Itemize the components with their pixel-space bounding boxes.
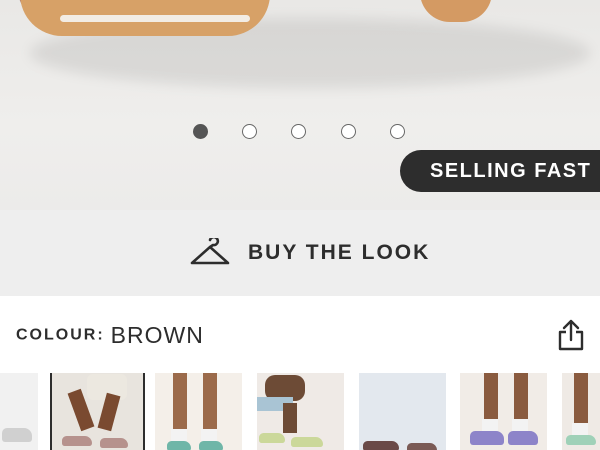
thumb-shoe [566,435,596,445]
thumb-shoe [100,438,128,448]
thumb-sock [201,429,217,441]
carousel-dot-2[interactable] [242,124,257,139]
carousel-dot-5[interactable] [390,124,405,139]
thumb-shoe [199,441,223,450]
thumb-leg [283,403,297,433]
thumb-shoe [291,437,323,447]
carousel-dot-4[interactable] [341,124,356,139]
buy-the-look-label: BUY THE LOOK [248,241,431,264]
thumbnail-1[interactable] [0,373,38,450]
shoe-sole-second [420,0,492,22]
thumb-shoe [259,433,285,443]
thumb-leg [574,373,588,425]
carousel-dot-3[interactable] [291,124,306,139]
thumb-shoe [470,431,504,445]
thumbnail-6[interactable] [460,373,547,450]
colour-thumbnails [0,373,600,450]
share-icon[interactable] [556,318,586,352]
thumbnail-5[interactable] [359,373,446,450]
buy-the-look-button[interactable]: BUY THE LOOK [0,210,600,296]
thumb-sock [171,429,187,441]
colour-label: COLOUR: [16,326,105,344]
thumb-shoe [2,428,32,442]
thumb-leg [484,373,498,421]
thumbnail-2[interactable] [50,373,145,450]
thumbnail-7[interactable] [562,373,600,450]
thumb-leg [514,373,528,421]
thumb-shoe [62,436,92,446]
thumbnail-4[interactable] [257,373,344,450]
thumb-sock [482,419,498,431]
thumb-sock [572,423,588,435]
thumb-shoe [508,431,538,445]
thumb-leg [203,373,217,431]
selling-fast-badge: SELLING FAST [400,150,600,192]
carousel-dot-1[interactable] [193,124,208,139]
product-image[interactable]: SELLING FAST [0,0,600,210]
thumb-shoe [363,441,399,450]
shoe-midsole-stripe [60,15,250,22]
colour-selector: COLOUR: BROWN [16,322,204,352]
hanger-icon [190,238,230,265]
thumb-shoe [167,441,191,450]
carousel-dots [0,124,600,144]
thumb-shoe [407,443,437,450]
thumb-sock [512,419,528,431]
colour-value: BROWN [110,322,204,348]
thumb-leg [173,373,187,431]
thumbnail-3[interactable] [155,373,242,450]
